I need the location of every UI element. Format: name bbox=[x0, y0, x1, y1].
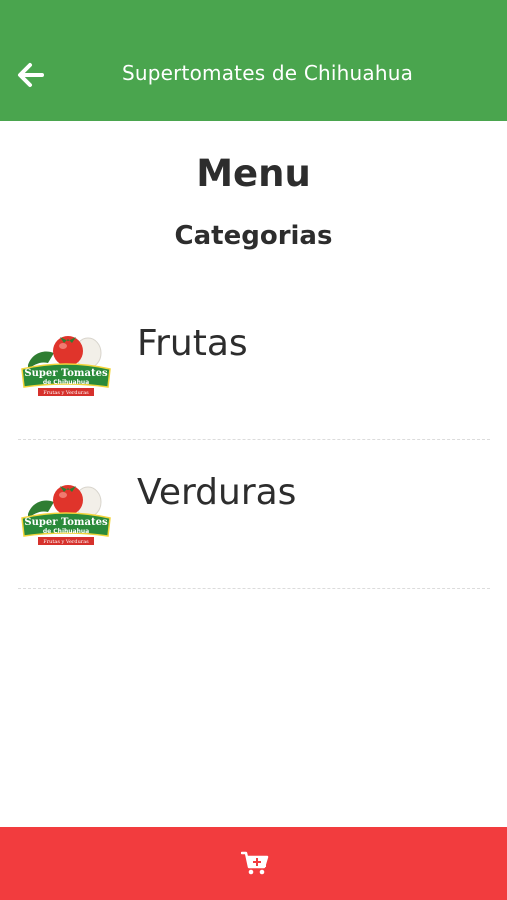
page-title: Menu bbox=[196, 152, 311, 195]
logo-text-line3: Frutas y Verduras bbox=[43, 539, 89, 545]
logo-text-line2: de Chihuahua bbox=[43, 379, 89, 386]
logo-text-line3: Frutas y Verduras bbox=[43, 390, 89, 396]
cart-plus-icon bbox=[241, 851, 269, 875]
app-bar-title: Supertomates de Chihuahua bbox=[121, 61, 414, 85]
logo-text-line1: Super Tomates bbox=[24, 368, 108, 379]
cart-button[interactable] bbox=[0, 827, 507, 900]
super-tomates-logo: Super Tomates de Chihuahua Frutas y Verd… bbox=[21, 485, 111, 545]
logo-text-line2: de Chihuahua bbox=[43, 528, 89, 535]
logo-text-line1: Super Tomates bbox=[24, 517, 108, 528]
app-bar: Supertomates de Chihuahua bbox=[0, 0, 507, 121]
category-label: Frutas bbox=[137, 323, 248, 364]
super-tomates-logo: Super Tomates de Chihuahua Frutas y Verd… bbox=[21, 336, 111, 396]
category-item-verduras[interactable]: Super Tomates de Chihuahua Frutas y Verd… bbox=[18, 440, 490, 589]
category-label: Verduras bbox=[137, 472, 297, 513]
category-item-frutas[interactable]: Super Tomates de Chihuahua Frutas y Verd… bbox=[18, 291, 490, 440]
section-subtitle: Categorias bbox=[174, 221, 333, 251]
app-screen: Supertomates de Chihuahua Menu Categoria… bbox=[0, 0, 507, 900]
